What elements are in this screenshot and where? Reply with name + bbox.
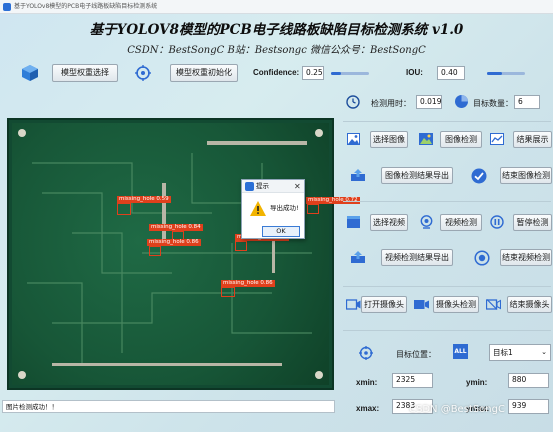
pie-chart-icon <box>453 93 469 109</box>
open-camera-button[interactable]: 打开摄像头 <box>361 296 407 313</box>
record-circle-icon <box>473 249 490 266</box>
pause-detect-button[interactable]: 暂停检测 <box>513 214 552 231</box>
ymin-label: ymin: <box>466 378 488 387</box>
detection-box <box>307 204 319 214</box>
cube-icon <box>20 63 40 83</box>
camera-detect-button[interactable]: 摄像头检测 <box>433 296 479 313</box>
xmin-label: xmin: <box>356 378 378 387</box>
chart-line-icon <box>489 132 505 146</box>
image-icon <box>346 132 360 146</box>
xmin-value: 2325 <box>392 373 433 388</box>
time-value: 0.019 <box>416 95 442 109</box>
clock-icon <box>345 94 361 110</box>
divider <box>343 121 551 122</box>
target-select-value: 目标1 <box>493 348 513 357</box>
video-export-button[interactable]: 视频检测结果导出 <box>381 249 453 266</box>
xmax-label: xmax: <box>356 404 380 413</box>
status-bar: 图片检测成功！！ <box>2 400 335 413</box>
window-title: 基于YOLOv8模型的PCB电子线路板缺陷目标检测系统 <box>14 3 158 10</box>
camera-detect-icon <box>413 297 429 311</box>
page-title: 基于YOLOV8模型的PCB电子线路板缺陷目标检测系统 v1.0 <box>89 22 464 38</box>
target-select[interactable]: 目标1 ⌄ <box>489 344 551 361</box>
detection-label: missing_hole 0.59 <box>117 196 171 203</box>
dialog-app-icon <box>245 182 254 191</box>
target-position-label: 目标位置： <box>396 350 436 359</box>
detection-box <box>221 287 235 297</box>
video-detect-button[interactable]: 视频检测 <box>440 214 482 231</box>
export-icon <box>350 168 366 182</box>
detection-label: missing_hole 0.86 <box>147 239 201 246</box>
detection-box <box>235 241 247 251</box>
location-icon <box>358 345 374 361</box>
select-image-button[interactable]: 选择图像 <box>370 131 408 148</box>
detection-label: missing_hole 0.84 <box>149 224 203 231</box>
video-icon <box>346 215 360 229</box>
select-video-button[interactable]: 选择视频 <box>370 214 408 231</box>
detection-label: missing_hole 0.86 <box>221 280 275 287</box>
count-label: 目标数量： <box>473 99 513 108</box>
ymax-value: 939 <box>508 399 549 414</box>
time-label: 检测用时： <box>371 99 411 108</box>
dialog-message: 导出成功! <box>270 204 299 212</box>
pause-circle-icon <box>489 214 505 230</box>
dialog-title: 提示 <box>256 182 269 190</box>
count-value: 6 <box>514 95 540 109</box>
model-weight-init-button[interactable]: 模型权重初始化 <box>170 64 238 82</box>
image-export-button[interactable]: 图像检测结果导出 <box>381 167 453 184</box>
model-weight-select-button[interactable]: 模型权重选择 <box>52 64 118 82</box>
chevron-down-icon: ⌄ <box>541 348 547 356</box>
watermark: CSDN @BestSongC <box>409 404 505 415</box>
detection-box <box>117 203 131 215</box>
detection-image: missing_hole 0.59 missing_hole 0.84 miss… <box>7 118 360 390</box>
confidence-label: Confidence: <box>253 68 300 77</box>
divider <box>343 286 551 287</box>
result-display-button[interactable]: 结果展示 <box>513 131 552 148</box>
export-icon <box>350 250 366 264</box>
close-icon[interactable]: ✕ <box>294 180 301 193</box>
app-icon <box>3 3 11 11</box>
all-badge: ALL <box>453 344 468 359</box>
status-text: 图片检测成功！！ <box>6 403 58 411</box>
end-camera-button[interactable]: 结束摄像头 <box>507 296 552 313</box>
end-image-detect-button[interactable]: 结束图像检测 <box>500 167 552 184</box>
ok-button[interactable]: OK <box>262 226 300 237</box>
iou-spinbox[interactable]: 0.40 <box>437 66 465 80</box>
landscape-icon <box>418 131 434 147</box>
image-detect-button[interactable]: 图像检测 <box>440 131 482 148</box>
warning-icon <box>250 200 266 216</box>
detection-box <box>149 246 161 256</box>
camera-icon <box>345 297 361 311</box>
camera-off-icon <box>485 297 501 311</box>
dialog-header: 提示 ✕ <box>242 180 304 193</box>
ymin-value: 880 <box>508 373 549 388</box>
divider <box>343 330 551 331</box>
end-video-detect-button[interactable]: 结束视频检测 <box>500 249 552 266</box>
message-dialog: 提示 ✕ 导出成功! OK <box>241 179 305 239</box>
check-circle-icon <box>470 167 487 184</box>
target-icon <box>133 63 153 83</box>
divider <box>343 201 551 202</box>
video-detect-icon <box>418 214 434 230</box>
page-subtitle: CSDN：BestSongC B站：Bestsongc 微信公众号：BestSo… <box>127 45 426 56</box>
window-titlebar: 基于YOLOv8模型的PCB电子线路板缺陷目标检测系统 <box>0 0 553 14</box>
iou-label: IOU: <box>406 68 423 77</box>
confidence-spinbox[interactable]: 0.25 <box>302 66 324 80</box>
